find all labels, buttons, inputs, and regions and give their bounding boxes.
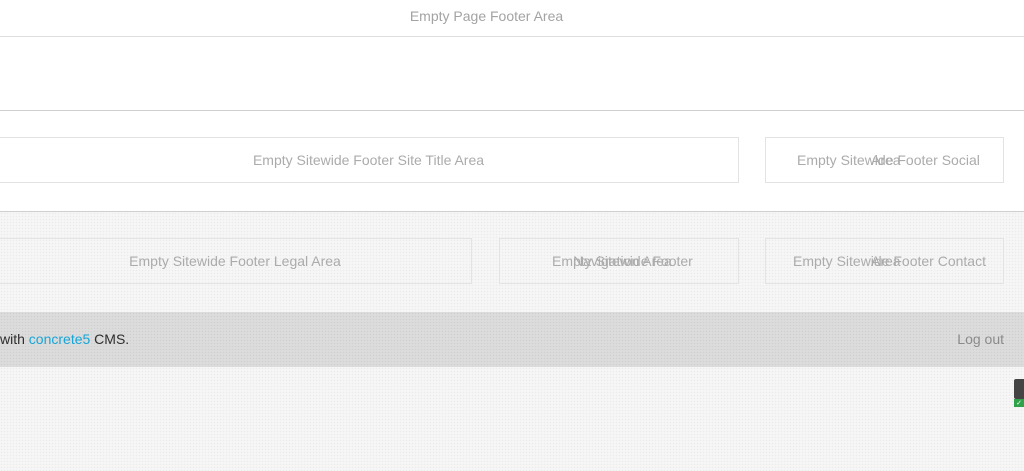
page-bottom-background: [0, 367, 1024, 471]
logout-link[interactable]: Log out: [957, 312, 1004, 367]
footer-legal-area-label: Empty Sitewide Footer Legal Area: [129, 253, 341, 269]
credit-line: with concrete5 CMS.: [0, 312, 129, 367]
footer-contact-area-label-overlap: Area: [871, 253, 901, 269]
footer-site-title-area-label: Empty Sitewide Footer Site Title Area: [252, 152, 485, 168]
footer-navigation-area[interactable]: Empty Sitewide Footer Navigation Area: [499, 238, 739, 284]
footer-navigation-area-label-overlap: Navigation Area: [573, 253, 672, 269]
footer-social-area-label-overlap: Area: [871, 152, 901, 168]
blank-section: [0, 37, 1024, 111]
credit-suffix: CMS.: [94, 331, 130, 347]
footer-credit-bar: with concrete5 CMS. Log out: [0, 312, 1024, 367]
footer-title-row: Empty Sitewide Footer Site Title Area Em…: [0, 111, 1024, 212]
check-icon: ✓: [1014, 399, 1024, 407]
page: Empty Page Footer Area Empty Sitewide Fo…: [0, 0, 1024, 471]
concrete5-link[interactable]: concrete5: [29, 331, 90, 347]
footer-legal-area[interactable]: Empty Sitewide Footer Legal Area: [0, 238, 472, 284]
credit-prefix: with: [0, 331, 25, 347]
footer-site-title-area[interactable]: Empty Sitewide Footer Site Title Area: [0, 137, 739, 183]
footer-contact-area[interactable]: Empty Sitewide Footer Contact Area: [765, 238, 1004, 284]
page-footer-area: Empty Page Footer Area: [0, 0, 1024, 37]
edge-toolbar-handle[interactable]: [1014, 379, 1024, 399]
footer-social-area[interactable]: Empty Sitewide Footer Social Area: [765, 137, 1004, 183]
footer-legal-row: Empty Sitewide Footer Legal Area Empty S…: [0, 212, 1024, 312]
page-footer-area-label: Empty Page Footer Area: [409, 8, 564, 24]
